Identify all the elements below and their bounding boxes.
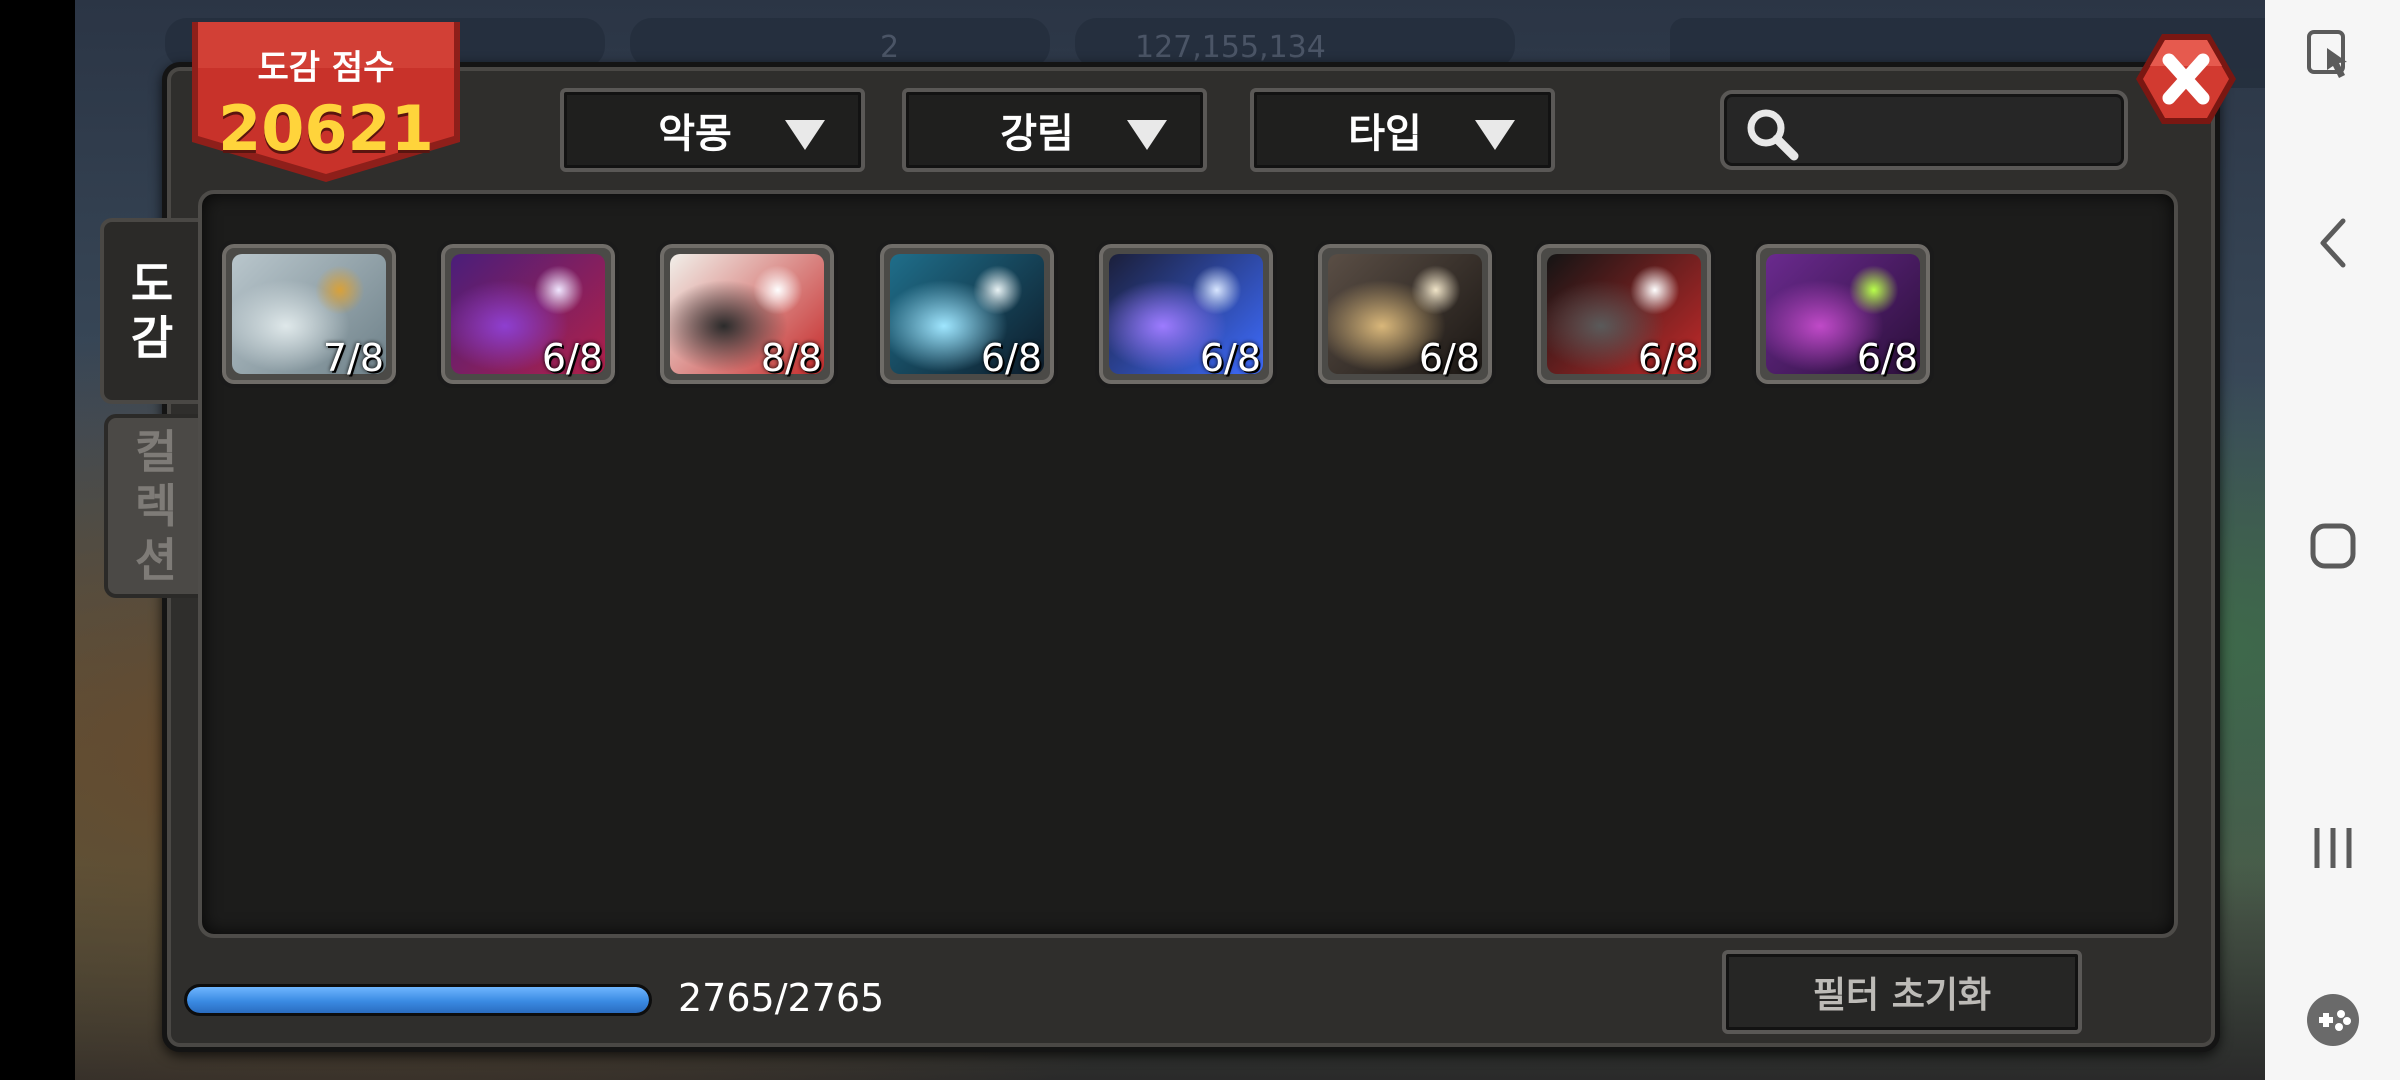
search-box[interactable] — [1720, 90, 2128, 170]
monster-card[interactable]: 6/8 — [1314, 240, 1496, 388]
recents-button[interactable] — [2265, 810, 2400, 886]
android-nav-bar — [2265, 0, 2400, 1080]
tab-collection-label: 컬 렉 션 — [134, 425, 178, 587]
recents-icon — [2314, 828, 2351, 868]
close-icon — [2136, 34, 2236, 124]
gamepad-icon — [2306, 994, 2359, 1046]
card-count: 6/8 — [1199, 336, 1261, 380]
monster-card[interactable]: 6/8 — [1533, 240, 1715, 388]
card-count: 6/8 — [1637, 336, 1699, 380]
filter-descent-dropdown[interactable]: 강림 — [902, 88, 1207, 172]
dropdown-label: 강림 — [1000, 111, 1074, 157]
app-screen: 2 127,155,134 컬 렉 션 도 감 도감 점수 20621 악몽 강… — [0, 0, 2400, 1080]
dropdown-label: 타입 — [1348, 111, 1422, 157]
card-count: 7/8 — [322, 336, 384, 380]
monster-card[interactable]: 6/8 — [437, 240, 619, 388]
close-button[interactable] — [2132, 30, 2240, 128]
reset-filter-label: 필터 초기화 — [1812, 975, 1992, 1016]
card-count: 6/8 — [1856, 336, 1918, 380]
score-badge: 도감 점수 20621 — [186, 22, 466, 184]
back-icon — [2320, 218, 2345, 268]
card-count: 6/8 — [1418, 336, 1480, 380]
search-icon — [1747, 109, 1799, 161]
score-value: 20621 — [218, 92, 434, 165]
progress-fill — [187, 987, 649, 1013]
collection-progress-bar — [184, 984, 652, 1016]
background-gold-count: 127,155,134 — [1135, 30, 1326, 65]
score-label: 도감 점수 — [257, 48, 395, 88]
tab-collection[interactable]: 컬 렉 션 — [104, 414, 204, 598]
tab-encyclopedia[interactable]: 도 감 — [100, 218, 200, 404]
monster-card[interactable]: 7/8 — [218, 240, 400, 388]
monster-card[interactable]: 6/8 — [876, 240, 1058, 388]
background-currency-bar — [630, 18, 1050, 68]
chevron-down-icon — [785, 120, 825, 150]
left-black-strip — [0, 0, 75, 1080]
chevron-down-icon — [1127, 120, 1167, 150]
progress-text: 2765/2765 — [678, 976, 885, 1020]
home-button[interactable] — [2265, 508, 2400, 584]
monster-card[interactable]: 6/8 — [1752, 240, 1934, 388]
background-gem-count: 2 — [880, 30, 900, 65]
reset-filter-button[interactable]: 필터 초기화 — [1722, 950, 2082, 1034]
dropdown-label: 악몽 — [658, 111, 732, 157]
card-count: 6/8 — [980, 336, 1042, 380]
game-tools-button[interactable] — [2265, 980, 2400, 1060]
touch-lock-icon — [2306, 30, 2347, 78]
chevron-down-icon — [1475, 120, 1515, 150]
touch-lock-button[interactable] — [2265, 20, 2400, 96]
search-input[interactable] — [1814, 108, 2104, 152]
tab-encyclopedia-label: 도 감 — [130, 257, 174, 365]
card-count: 6/8 — [541, 336, 603, 380]
filter-type-dropdown[interactable]: 타입 — [1250, 88, 1555, 172]
monster-card[interactable]: 6/8 — [1095, 240, 1277, 388]
back-button[interactable] — [2265, 205, 2400, 281]
filter-nightmare-dropdown[interactable]: 악몽 — [560, 88, 865, 172]
monster-card[interactable]: 8/8 — [656, 240, 838, 388]
home-icon — [2310, 523, 2355, 569]
card-count: 8/8 — [760, 336, 822, 380]
